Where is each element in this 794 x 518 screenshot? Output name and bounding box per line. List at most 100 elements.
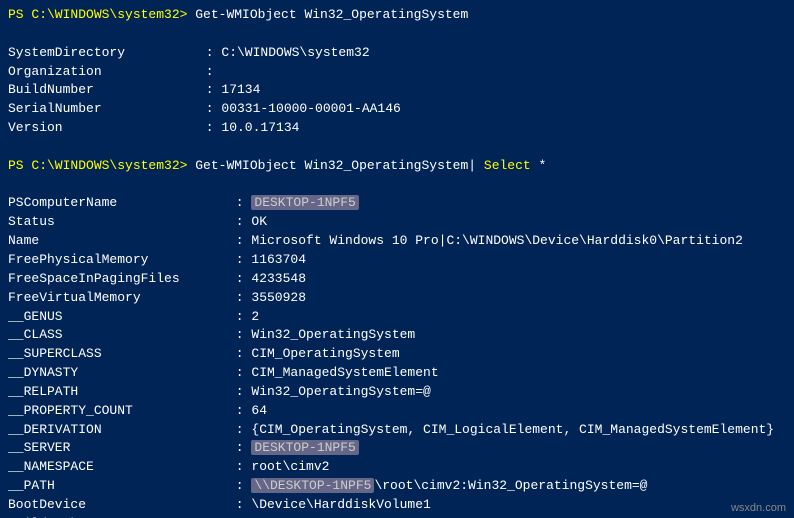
sep: : (228, 195, 251, 210)
sep: : (228, 478, 251, 493)
row-property-count: __PROPERTY_COUNT : 64 (8, 402, 786, 421)
sep: : (228, 365, 251, 380)
sep: : (228, 271, 251, 286)
row-superclass: __SUPERCLASS : CIM_OperatingSystem (8, 345, 786, 364)
row-relpath: __RELPATH : Win32_OperatingSystem=@ (8, 383, 786, 402)
cmd-1: Get-WMIObject Win32_OperatingSystem (187, 7, 468, 22)
row-dynasty: __DYNASTY : CIM_ManagedSystemElement (8, 364, 786, 383)
key-class: __CLASS (8, 326, 228, 345)
sep: : (228, 233, 251, 248)
row-namespace: __NAMESPACE : root\cimv2 (8, 458, 786, 477)
sep: : (228, 422, 251, 437)
val-freephysicalmemory: 1163704 (251, 252, 306, 267)
sep: : (228, 497, 251, 512)
sep: : (228, 403, 251, 418)
sep: : (198, 120, 221, 135)
command-line-1: PS C:\WINDOWS\system32> Get-WMIObject Wi… (8, 6, 786, 25)
val-namespace: root\cimv2 (251, 459, 329, 474)
key-pscomputername: PSComputerName (8, 194, 228, 213)
sep: : (228, 440, 251, 455)
sep: : (228, 252, 251, 267)
sep: : (228, 459, 251, 474)
val-version: 10.0.17134 (221, 120, 299, 135)
row-freephysicalmemory: FreePhysicalMemory : 1163704 (8, 251, 786, 270)
row-server: __SERVER : DESKTOP-1NPF5 (8, 439, 786, 458)
val-genus: 2 (251, 309, 259, 324)
row-pscomputername: PSComputerName : DESKTOP-1NPF5 (8, 194, 786, 213)
row-name: Name : Microsoft Windows 10 Pro|C:\WINDO… (8, 232, 786, 251)
row-class: __CLASS : Win32_OperatingSystem (8, 326, 786, 345)
row-derivation: __DERIVATION : {CIM_OperatingSystem, CIM… (8, 421, 786, 440)
row-bootdevice: BootDevice : \Device\HarddiskVolume1 (8, 496, 786, 515)
sep: : (198, 82, 221, 97)
prompt-2: PS C:\WINDOWS\system32> (8, 158, 187, 173)
row-serialnumber: SerialNumber : 00331-10000-00001-AA146 (8, 100, 786, 119)
row-freevirtualmemory: FreeVirtualMemory : 3550928 (8, 289, 786, 308)
key-organization: Organization (8, 63, 198, 82)
val-freespaceinpagingfiles: 4233548 (251, 271, 306, 286)
val-path-blurred: \\DESKTOP-1NPF5 (251, 478, 374, 493)
row-buildnumber: BuildNumber : 17134 (8, 81, 786, 100)
val-derivation: {CIM_OperatingSystem, CIM_LogicalElement… (251, 422, 774, 437)
val-systemdirectory: C:\WINDOWS\system32 (221, 45, 369, 60)
row-systemdirectory: SystemDirectory : C:\WINDOWS\system32 (8, 44, 786, 63)
val-server: DESKTOP-1NPF5 (251, 440, 358, 455)
sep: : (198, 45, 221, 60)
val-pscomputername: DESKTOP-1NPF5 (251, 195, 358, 210)
val-serialnumber: 00331-10000-00001-AA146 (221, 101, 400, 116)
key-version: Version (8, 119, 198, 138)
key-buildnumber: BuildNumber (8, 81, 198, 100)
sep: : (228, 309, 251, 324)
val-path-rest: \root\cimv2:Win32_OperatingSystem=@ (374, 478, 647, 493)
sep: : (198, 101, 221, 116)
sep: : (228, 327, 251, 342)
sep: : (228, 346, 251, 361)
row-path: __PATH : \\DESKTOP-1NPF5\root\cimv2:Win3… (8, 477, 786, 496)
sep: : (228, 214, 251, 229)
val-buildnumber: 17134 (221, 82, 260, 97)
key-dynasty: __DYNASTY (8, 364, 228, 383)
sep: : (198, 64, 221, 79)
blank-2 (8, 138, 786, 157)
key-freespaceinpagingfiles: FreeSpaceInPagingFiles (8, 270, 228, 289)
key-freephysicalmemory: FreePhysicalMemory (8, 251, 228, 270)
key-freevirtualmemory: FreeVirtualMemory (8, 289, 228, 308)
key-systemdirectory: SystemDirectory (8, 44, 198, 63)
sep: : (228, 290, 251, 305)
key-superclass: __SUPERCLASS (8, 345, 228, 364)
blank-1 (8, 25, 786, 44)
key-derivation: __DERIVATION (8, 421, 228, 440)
row-freespaceinpagingfiles: FreeSpaceInPagingFiles : 4233548 (8, 270, 786, 289)
prompt-1: PS C:\WINDOWS\system32> (8, 7, 187, 22)
select-keyword: Select (484, 158, 531, 173)
val-dynasty: CIM_ManagedSystemElement (251, 365, 438, 380)
command-line-2: PS C:\WINDOWS\system32> Get-WMIObject Wi… (8, 157, 786, 176)
key-path: __PATH (8, 477, 228, 496)
val-property-count: 64 (251, 403, 267, 418)
val-name: Microsoft Windows 10 Pro|C:\WINDOWS\Devi… (251, 233, 742, 248)
watermark: wsxdn.com (731, 502, 786, 514)
row-status: Status : OK (8, 213, 786, 232)
row-genus: __GENUS : 2 (8, 308, 786, 327)
sep: : (228, 384, 251, 399)
row-organization: Organization : (8, 63, 786, 82)
val-status: OK (251, 214, 267, 229)
key-genus: __GENUS (8, 308, 228, 327)
row-version: Version : 10.0.17134 (8, 119, 786, 138)
terminal-window: PS C:\WINDOWS\system32> Get-WMIObject Wi… (0, 0, 794, 518)
key-serialnumber: SerialNumber (8, 100, 198, 119)
val-freevirtualmemory: 3550928 (251, 290, 306, 305)
key-namespace: __NAMESPACE (8, 458, 228, 477)
blank-3 (8, 176, 786, 195)
cmd-2b: * (531, 158, 547, 173)
val-relpath: Win32_OperatingSystem=@ (251, 384, 430, 399)
key-property-count: __PROPERTY_COUNT (8, 402, 228, 421)
key-bootdevice: BootDevice (8, 496, 228, 515)
key-server: __SERVER (8, 439, 228, 458)
val-class: Win32_OperatingSystem (251, 327, 415, 342)
key-relpath: __RELPATH (8, 383, 228, 402)
key-name: Name (8, 232, 228, 251)
val-bootdevice: \Device\HarddiskVolume1 (251, 497, 430, 512)
key-status: Status (8, 213, 228, 232)
cmd-2a: Get-WMIObject Win32_OperatingSystem| (187, 158, 483, 173)
